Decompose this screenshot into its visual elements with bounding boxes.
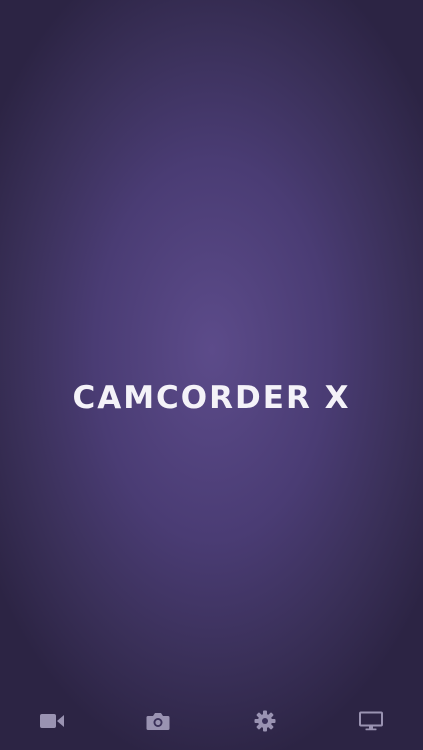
tab-bar bbox=[0, 700, 423, 750]
tab-settings[interactable] bbox=[243, 703, 287, 739]
tab-monitor[interactable] bbox=[349, 703, 393, 739]
logo-container: CAMCORDER X bbox=[0, 378, 423, 418]
monitor-icon bbox=[358, 711, 383, 731]
video-camera-icon bbox=[39, 712, 65, 730]
gear-icon bbox=[254, 710, 276, 732]
photo-camera-icon bbox=[146, 711, 170, 731]
tab-video[interactable] bbox=[30, 703, 74, 739]
app-title: CAMCORDER X bbox=[72, 380, 351, 416]
splash-screen: CAMCORDER X bbox=[0, 0, 423, 750]
tab-photo[interactable] bbox=[136, 703, 180, 739]
